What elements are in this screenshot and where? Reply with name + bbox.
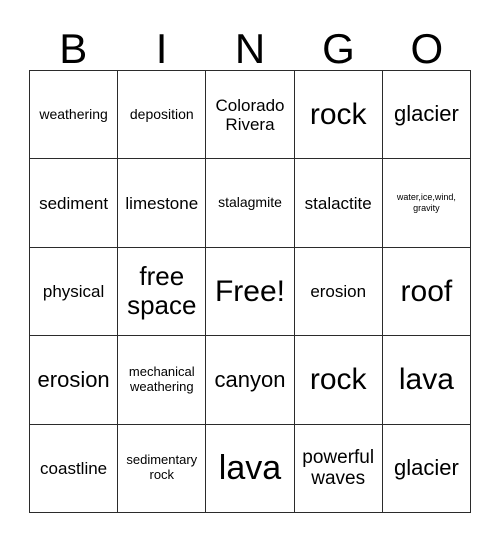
- bingo-cell-r4c2[interactable]: mechanical weathering: [118, 336, 207, 425]
- bingo-cell-label: erosion: [310, 281, 367, 301]
- bingo-header-letter-g: G: [322, 25, 355, 72]
- bingo-cell-label: rock: [309, 363, 367, 397]
- bingo-cell-label: mechanical weathering: [128, 363, 195, 394]
- bingo-cell-r4c4[interactable]: rock: [294, 336, 383, 425]
- bingo-header-letter-i: I: [155, 25, 168, 72]
- bingo-cell-r5c2[interactable]: sedimentary rock: [118, 424, 207, 513]
- bingo-cell-r1c2[interactable]: deposition: [118, 71, 207, 160]
- bingo-cell-label: roof: [400, 274, 453, 308]
- bingo-cell-label: lava: [218, 449, 282, 488]
- bingo-header-row: B I N G O: [29, 14, 471, 70]
- bingo-cell-r4c3[interactable]: canyon: [206, 336, 295, 425]
- bingo-cell-label: glacier: [393, 101, 459, 127]
- bingo-cell-label: limestone: [125, 193, 199, 213]
- bingo-cell-free-space[interactable]: Free!: [206, 247, 295, 337]
- bingo-cell-r5c4[interactable]: powerful waves: [294, 424, 383, 513]
- bingo-cell-r2c1[interactable]: sediment: [30, 159, 119, 248]
- bingo-cell-r1c3[interactable]: Colorado Rivera: [206, 71, 295, 160]
- bingo-cell-label: sedimentary rock: [126, 452, 198, 483]
- bingo-cell-r2c2[interactable]: limestone: [118, 159, 207, 248]
- bingo-cell-r4c1[interactable]: erosion: [30, 336, 119, 425]
- bingo-header-letter-n: N: [234, 25, 266, 72]
- bingo-cell-label: weathering: [39, 105, 108, 122]
- bingo-cell-label: Colorado Rivera: [215, 95, 285, 134]
- bingo-cell-label: stalactite: [304, 193, 372, 213]
- bingo-cell-r5c3[interactable]: lava: [206, 424, 295, 513]
- bingo-cell-r2c4[interactable]: stalactite: [294, 159, 383, 248]
- bingo-cell-label: free space: [127, 260, 197, 321]
- bingo-cell-r3c1[interactable]: physical: [30, 247, 119, 337]
- bingo-cell-r2c3[interactable]: stalagmite: [206, 159, 295, 248]
- bingo-grid: weathering deposition Colorado Rivera ro…: [29, 70, 471, 513]
- bingo-cell-r1c1[interactable]: weathering: [30, 71, 119, 160]
- bingo-cell-r2c5[interactable]: water,ice,wind, gravity: [382, 159, 471, 248]
- bingo-header-letter-o: O: [410, 25, 444, 72]
- bingo-cell-label: glacier: [393, 454, 459, 480]
- bingo-cell-label: lava: [398, 363, 454, 397]
- bingo-cell-label: deposition: [129, 105, 194, 122]
- bingo-cell-label: stalagmite: [218, 194, 282, 211]
- bingo-header-letter-b: B: [59, 25, 88, 72]
- bingo-cell-r1c4[interactable]: rock: [294, 71, 383, 160]
- bingo-cell-r5c5[interactable]: glacier: [382, 424, 471, 513]
- bingo-cell-label: water,ice,wind, gravity: [396, 192, 456, 214]
- bingo-cell-r3c2[interactable]: free space: [118, 247, 207, 337]
- bingo-cell-label: sediment: [39, 193, 109, 213]
- bingo-cell-r4c5[interactable]: lava: [382, 336, 471, 425]
- bingo-free-space-label: Free!: [214, 274, 285, 308]
- bingo-cell-label: canyon: [214, 366, 286, 392]
- bingo-cell-label: coastline: [40, 458, 108, 478]
- bingo-cell-label: physical: [42, 281, 105, 301]
- bingo-cell-r1c5[interactable]: glacier: [382, 71, 471, 160]
- bingo-cell-r5c1[interactable]: coastline: [30, 424, 119, 513]
- bingo-cell-r3c4[interactable]: erosion: [294, 247, 383, 337]
- bingo-cell-r3c5[interactable]: roof: [382, 247, 471, 337]
- bingo-cell-label: rock: [309, 97, 367, 131]
- bingo-cell-label: powerful waves: [302, 446, 375, 490]
- bingo-card: B I N G O weathering deposition Colorado…: [0, 0, 500, 544]
- bingo-cell-label: erosion: [37, 366, 110, 392]
